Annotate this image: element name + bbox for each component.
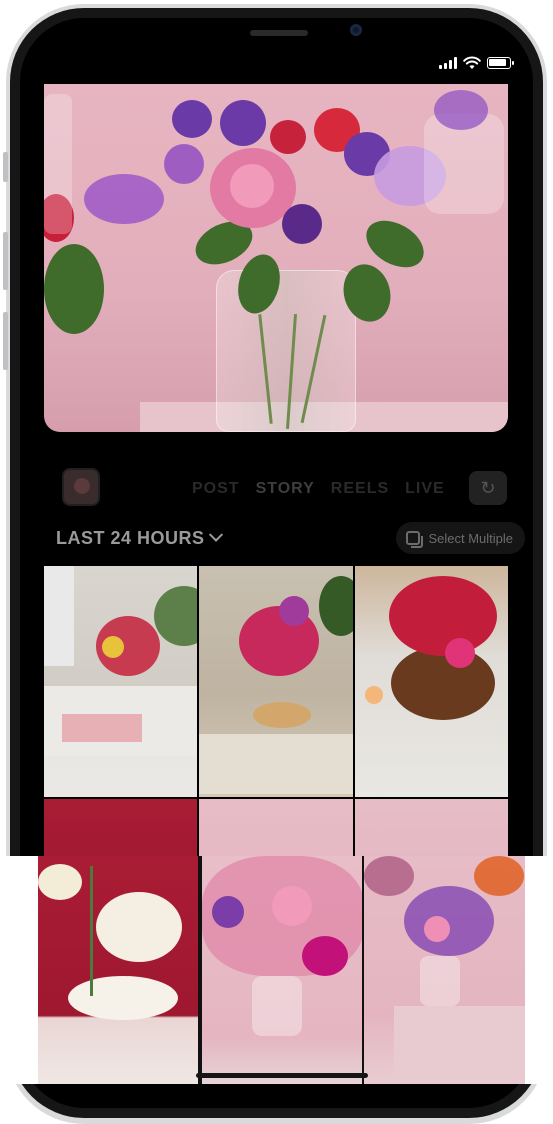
- wifi-icon: [463, 56, 481, 69]
- flip-camera-icon: ↻: [480, 477, 496, 498]
- bottom-bleed: [0, 856, 553, 1084]
- camera-mode-bar: POST STORY REELS LIVE ↻: [20, 468, 533, 514]
- earpiece-speaker: [250, 30, 308, 36]
- camera-mode-tabs: POST STORY REELS LIVE: [192, 480, 445, 498]
- bleed-photo-5: [200, 856, 366, 1084]
- tab-reels[interactable]: REELS: [331, 480, 389, 498]
- grid-photo-2[interactable]: [199, 566, 353, 797]
- grid-photo-3[interactable]: [354, 566, 508, 797]
- bleed-photo-6: [364, 856, 525, 1084]
- glass-vase: [216, 270, 356, 432]
- select-multiple-label: Select Multiple: [428, 530, 513, 546]
- tab-story[interactable]: STORY: [256, 480, 315, 498]
- ringer-switch: [3, 152, 8, 182]
- recents-header: LAST 24 HOURS Select Multiple: [20, 522, 533, 556]
- flip-camera-button[interactable]: ↻: [469, 471, 507, 505]
- bleed-photo-4: [38, 856, 198, 1084]
- volume-up-button: [3, 232, 8, 290]
- notch: [160, 18, 394, 76]
- battery-icon: [487, 57, 514, 69]
- gallery-thumbnail[interactable]: [62, 468, 100, 506]
- chevron-down-icon: [208, 527, 223, 542]
- volume-down-button: [3, 312, 8, 370]
- album-selector-label: LAST 24 HOURS: [56, 528, 205, 548]
- home-indicator[interactable]: [196, 1073, 368, 1078]
- album-selector[interactable]: LAST 24 HOURS: [56, 527, 223, 549]
- tab-post[interactable]: POST: [192, 480, 240, 498]
- tab-live[interactable]: LIVE: [405, 480, 445, 498]
- select-multiple-button[interactable]: Select Multiple: [396, 522, 525, 554]
- front-camera: [350, 24, 362, 36]
- story-camera-preview[interactable]: [44, 84, 508, 432]
- cellular-signal-icon: [439, 57, 457, 69]
- grid-photo-1[interactable]: [44, 566, 198, 797]
- select-multiple-icon: [406, 531, 424, 548]
- status-bar: [439, 56, 514, 70]
